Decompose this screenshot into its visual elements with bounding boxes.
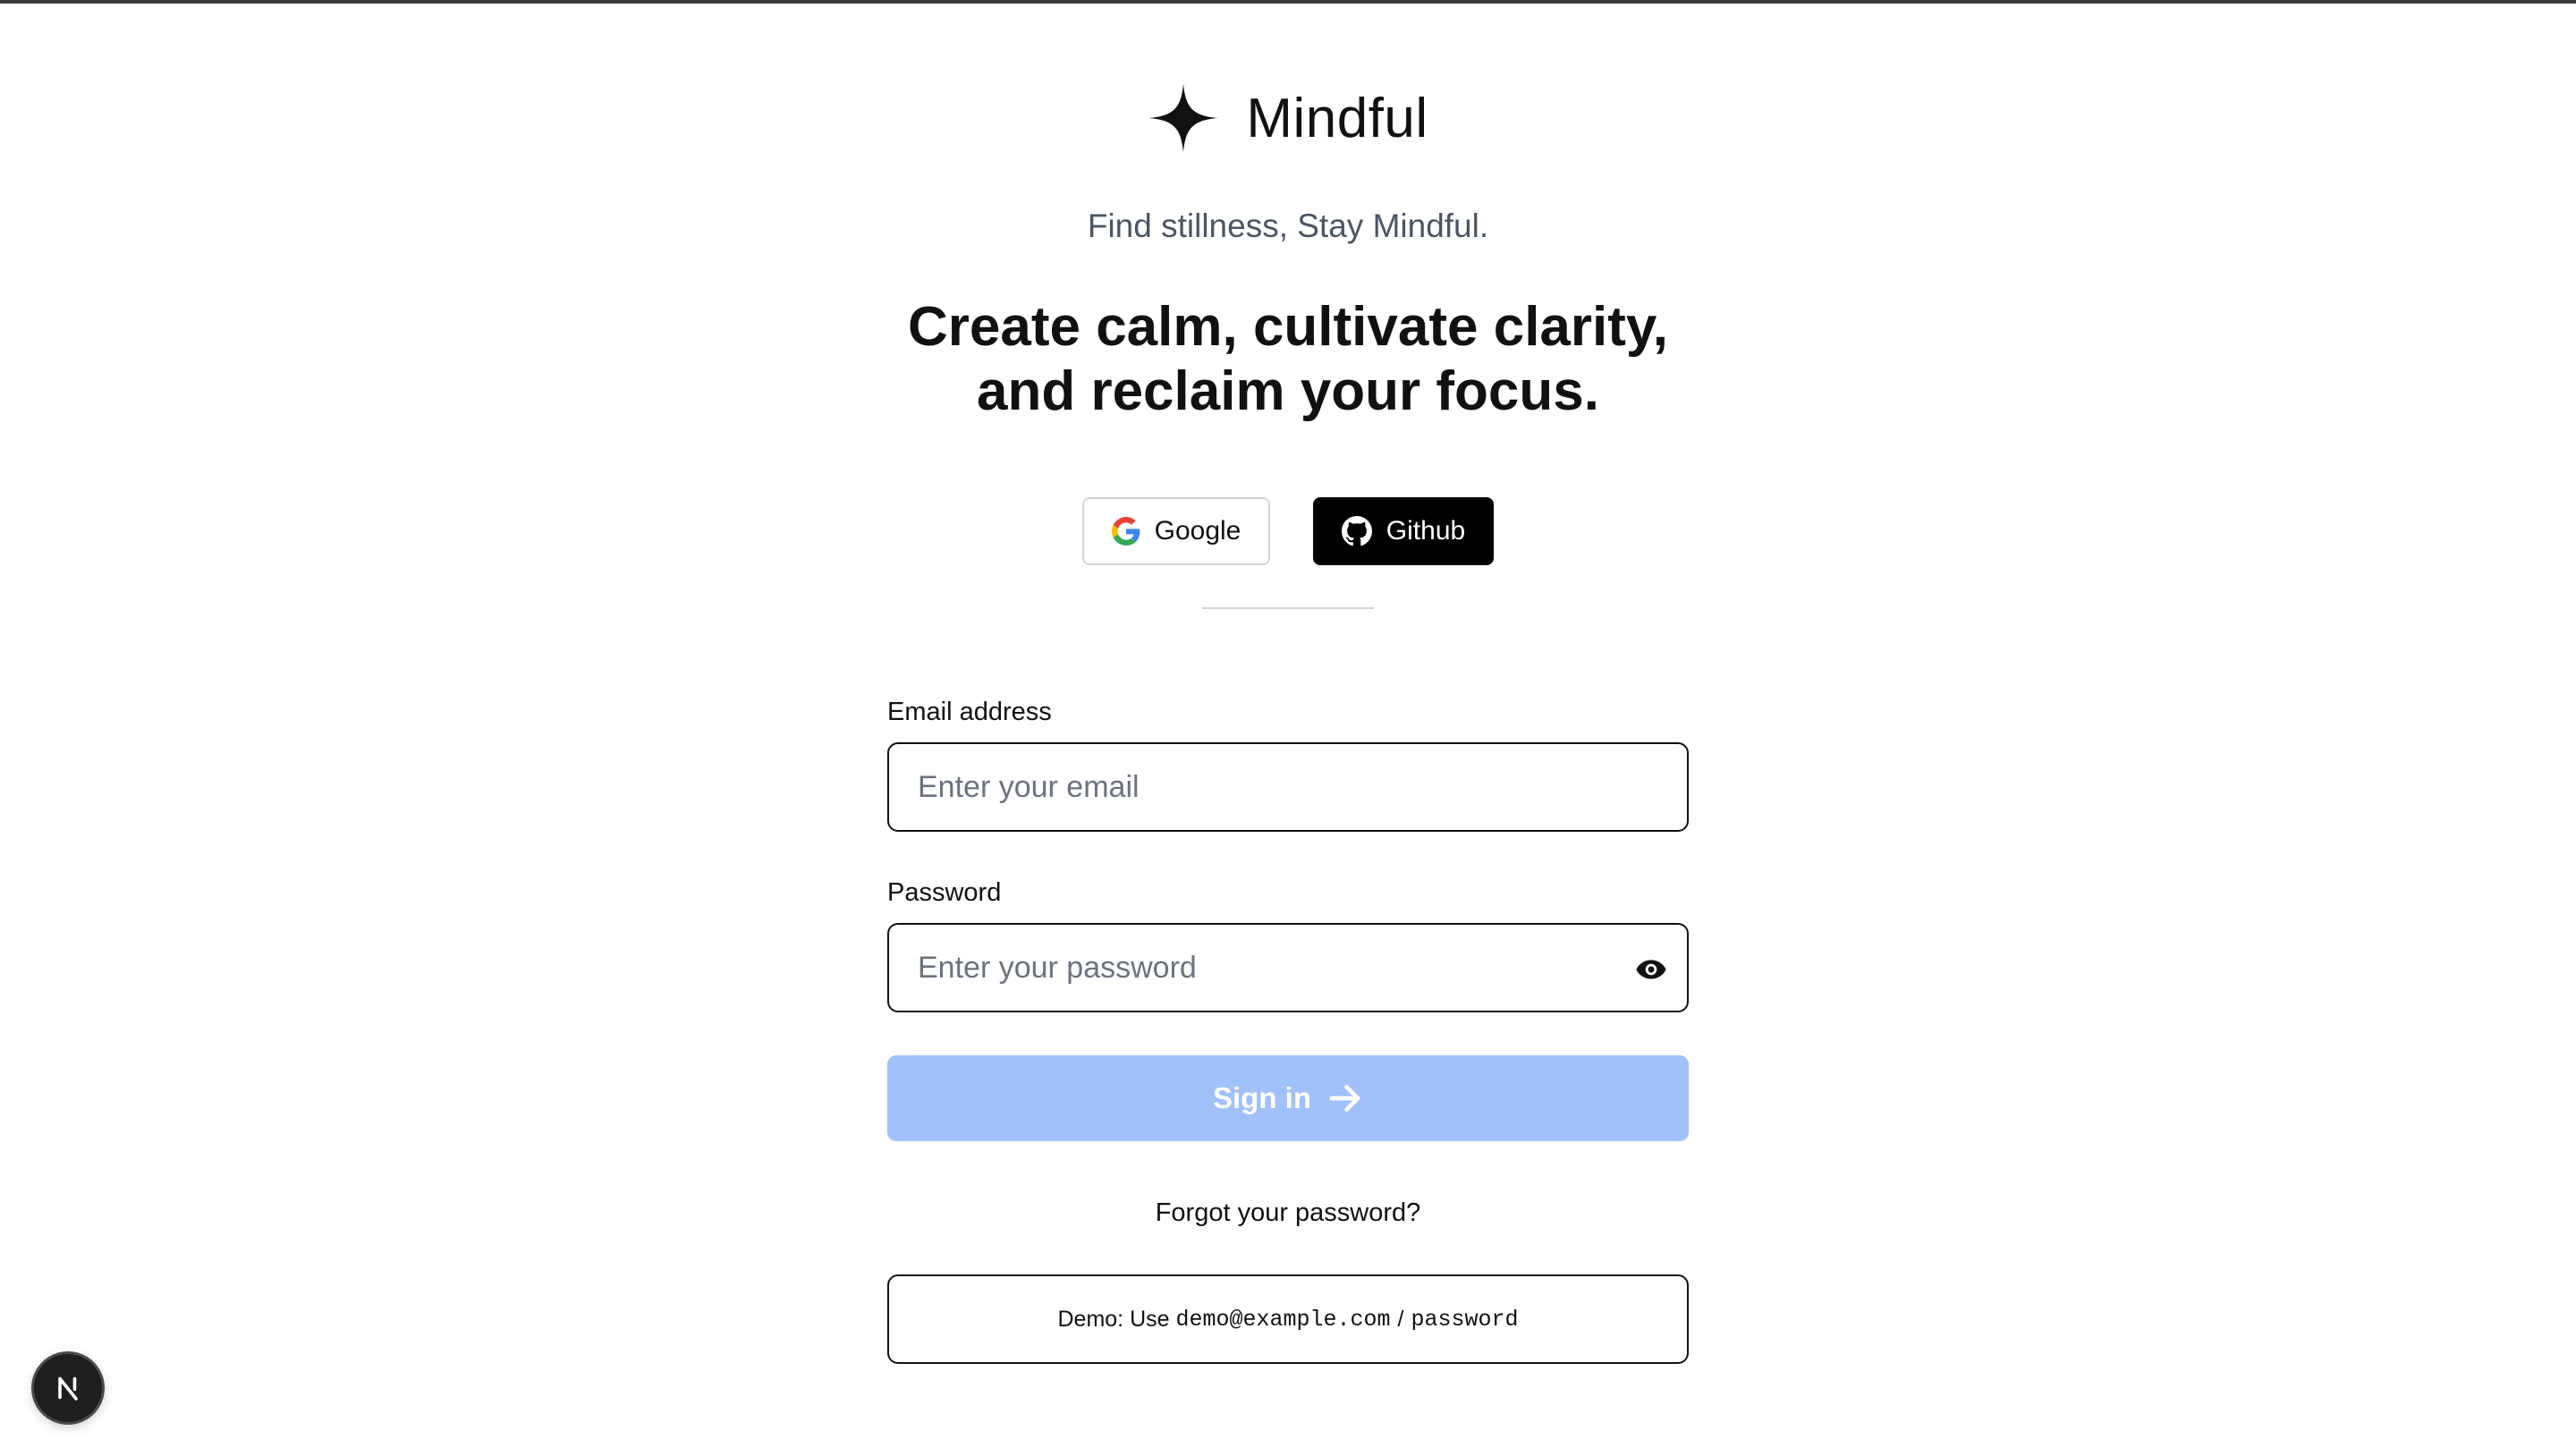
forgot-password-link[interactable]: Forgot your password?: [887, 1198, 1689, 1228]
email-field[interactable]: [889, 744, 1687, 830]
signin-label: Sign in: [1213, 1081, 1311, 1114]
password-label: Password: [887, 878, 1002, 907]
sparkle-icon: [1148, 83, 1218, 153]
email-label: Email address: [887, 698, 1052, 726]
github-label: Github: [1385, 516, 1466, 546]
nextjs-icon: [58, 1376, 78, 1401]
demo-email: demo@example.com: [1175, 1306, 1391, 1333]
demo-prefix: Demo: Use: [1057, 1306, 1176, 1332]
page-title: Create calm, cultivate clarity, and recl…: [0, 295, 2576, 424]
password-field-wrapper: [887, 923, 1689, 1012]
nextjs-dev-badge[interactable]: [34, 1354, 102, 1422]
github-login-button[interactable]: Github: [1313, 497, 1494, 565]
signin-button[interactable]: Sign in: [887, 1055, 1689, 1141]
divider: [1202, 607, 1374, 609]
brand-header: Mindful: [0, 82, 2576, 154]
social-login: Google Github: [0, 497, 2576, 565]
google-login-button[interactable]: Google: [1082, 497, 1270, 565]
google-icon: [1111, 517, 1140, 546]
demo-credentials-box: Demo: Use demo@example.com / password: [887, 1274, 1689, 1364]
google-label: Google: [1154, 516, 1241, 546]
eye-icon[interactable]: [1635, 953, 1667, 986]
login-form: Email address Password Sign in Forgot yo…: [887, 694, 1689, 1364]
login-page: Mindful Find stillness, Stay Mindful. Cr…: [0, 0, 2576, 1456]
password-field[interactable]: [889, 925, 1687, 1011]
tagline: Find stillness, Stay Mindful.: [1087, 207, 1489, 244]
arrow-right-icon: [1329, 1085, 1360, 1112]
demo-separator: /: [1397, 1306, 1404, 1332]
brand-name: Mindful: [1246, 87, 1428, 149]
github-icon: [1341, 516, 1372, 546]
demo-password: password: [1411, 1306, 1519, 1333]
headline-line-2: and reclaim your focus.: [977, 360, 1599, 422]
email-field-wrapper: [887, 742, 1689, 832]
headline-line-1: Create calm, cultivate clarity,: [907, 296, 1669, 358]
